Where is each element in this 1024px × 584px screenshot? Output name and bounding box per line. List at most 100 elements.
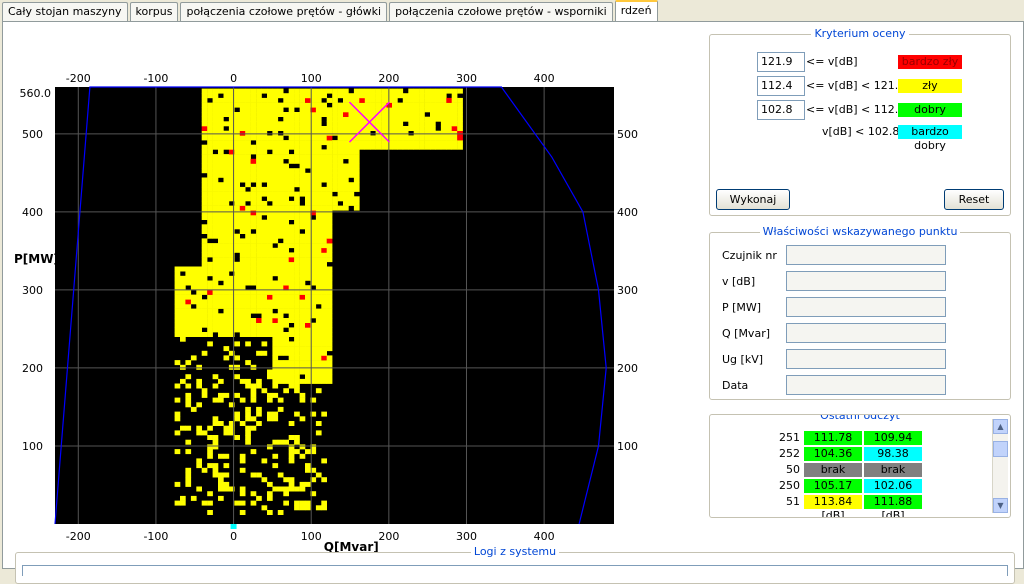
pq-chart-svg[interactable]: -200-200-100-100001001002002003003004004…	[13, 48, 713, 558]
heat-cell	[223, 463, 230, 469]
scroll-thumb[interactable]	[993, 441, 1008, 457]
heat-cell	[212, 130, 219, 136]
heat-cell	[234, 144, 240, 150]
heat-cell	[261, 172, 268, 178]
v-field[interactable]	[786, 271, 946, 291]
heat-cell	[294, 172, 300, 178]
heat-cell	[207, 149, 213, 155]
heat-cell	[294, 130, 300, 136]
heat-cell	[397, 121, 404, 127]
heat-cell	[212, 271, 219, 277]
heat-cell	[321, 313, 327, 319]
heat-cell	[196, 332, 202, 337]
run-button[interactable]: Wykonaj	[716, 189, 790, 210]
heat-cell	[294, 275, 300, 281]
q-field[interactable]	[786, 323, 946, 343]
threshold-good-input[interactable]: 102.8	[757, 100, 805, 120]
heat-cell	[326, 140, 333, 146]
heat-cell	[294, 360, 300, 366]
heat-cell	[196, 364, 202, 370]
heat-cell	[277, 186, 284, 192]
heat-cell	[277, 346, 284, 352]
threshold-very-bad-input[interactable]: 121.9	[757, 52, 805, 72]
heat-cell	[277, 510, 284, 515]
heat-cell	[305, 271, 311, 277]
heat-cell	[201, 280, 208, 286]
heat-cell	[277, 182, 284, 188]
tab-0[interactable]: Cały stojan maszyny	[2, 2, 128, 22]
heat-cell	[294, 318, 300, 323]
heat-cell	[212, 140, 219, 146]
heat-cell	[234, 210, 240, 216]
sensor-field[interactable]	[786, 245, 946, 265]
heat-cell	[261, 158, 268, 164]
main-panel: -200 -200 -100 -100 0 0 100 100 200 200 300 300 400 4…	[2, 21, 1024, 584]
heat-cell	[207, 215, 213, 220]
heat-cell	[408, 102, 414, 108]
heat-cell	[277, 93, 284, 99]
heat-cell	[212, 280, 219, 286]
heat-cell	[315, 158, 322, 164]
tab-4[interactable]: rdzeń	[614, 0, 658, 23]
heat-cell	[223, 332, 230, 337]
heat-cell	[256, 210, 262, 216]
p-field[interactable]	[786, 297, 946, 317]
heat-cell	[223, 158, 230, 164]
heat-cell	[267, 289, 273, 295]
heat-cell	[218, 477, 224, 483]
heat-cell	[201, 261, 208, 267]
heat-cell	[408, 126, 414, 131]
reset-button[interactable]: Reset	[944, 189, 1004, 210]
heat-cell	[261, 318, 268, 323]
heat-cell	[451, 144, 458, 150]
heat-cell	[321, 275, 327, 281]
tab-1[interactable]: korpus	[129, 2, 179, 22]
heat-cell	[174, 289, 181, 295]
heat-cell	[299, 93, 306, 99]
heat-cell	[212, 416, 219, 422]
scroll-up-icon[interactable]: ▲	[993, 419, 1008, 434]
heat-cell	[305, 200, 311, 206]
reading-value-a: 113.84 [dB]	[804, 495, 862, 517]
heat-cell	[256, 177, 262, 183]
heat-cell	[201, 388, 208, 394]
heat-cell	[239, 318, 246, 323]
heat-cell	[353, 144, 360, 150]
heat-cell	[435, 112, 442, 117]
reading-value-b: 102.06 [dB]	[864, 479, 922, 506]
heat-cell	[207, 112, 213, 117]
x-tick-label-top: 300	[456, 72, 477, 85]
heat-cell	[348, 172, 355, 178]
heat-cell	[218, 186, 224, 192]
heat-cell	[288, 346, 295, 352]
heat-cell	[239, 299, 246, 305]
heat-cell	[207, 318, 213, 323]
heat-cell	[261, 116, 268, 122]
heat-cell	[245, 219, 251, 225]
heat-cell	[207, 163, 213, 169]
heat-cell	[223, 392, 230, 398]
scroll-down-icon[interactable]: ▼	[993, 498, 1008, 513]
ug-field[interactable]	[786, 349, 946, 369]
heat-cell	[196, 294, 202, 300]
tab-3[interactable]: połączenia czołowe prętów - wsporniki	[389, 2, 613, 22]
pq-chart[interactable]: -200 -200 -100 -100 0 0 100 100 200 200 300 300 400 4…	[13, 48, 713, 558]
threshold-bad-input[interactable]: 112.4	[757, 76, 805, 96]
heat-cell	[267, 102, 273, 108]
heat-cell	[299, 191, 306, 197]
tab-2[interactable]: połączenia czołowe prętów - główki	[180, 2, 388, 22]
readings-scrollbar[interactable]: ▲ ▼	[992, 419, 1008, 513]
y-max-label: 560.0	[20, 87, 52, 100]
heat-cell	[218, 196, 224, 202]
heat-cell	[321, 294, 327, 300]
heat-cell	[326, 154, 333, 160]
date-field[interactable]	[786, 375, 946, 395]
heat-cell	[212, 318, 219, 323]
heat-cell	[321, 303, 327, 309]
x-tick-label-bottom: -200	[66, 530, 91, 543]
heat-cell	[332, 200, 338, 206]
heat-cell	[337, 182, 344, 188]
heat-cell	[234, 364, 240, 370]
logs-area[interactable]	[22, 565, 1008, 576]
heat-cell	[223, 168, 230, 174]
